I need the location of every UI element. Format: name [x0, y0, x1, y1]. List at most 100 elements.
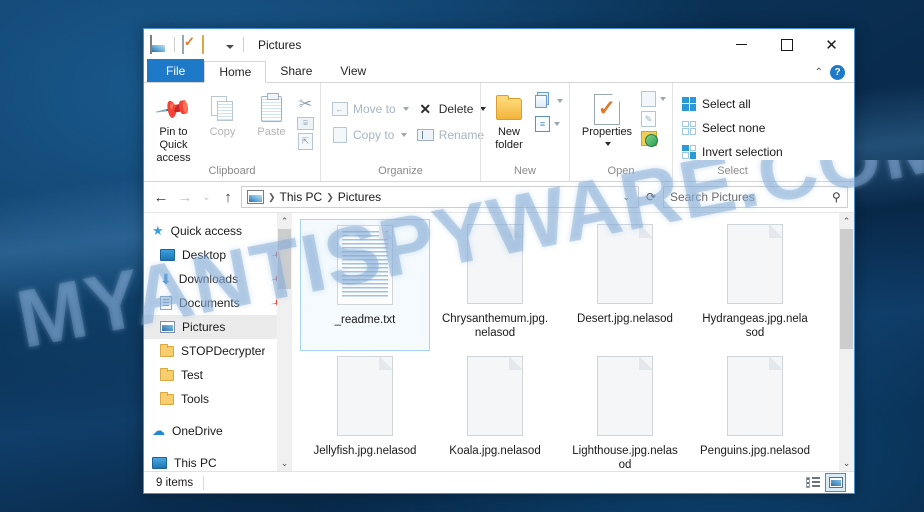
- scissors-icon[interactable]: ✂: [299, 94, 312, 114]
- delete-icon: ✕: [419, 100, 432, 117]
- file-item-hydrangeas[interactable]: Hydrangeas.jpg.nelasod: [690, 219, 820, 351]
- properties-icon: [594, 92, 620, 126]
- new-item-icon[interactable]: [535, 92, 553, 109]
- easy-access-icon[interactable]: [535, 116, 550, 132]
- new-folder-icon: [496, 92, 522, 126]
- breadcrumb-item-this-pc[interactable]: This PC: [280, 190, 323, 204]
- sidebar-item-pictures[interactable]: Pictures: [144, 315, 292, 339]
- chevron-down-icon[interactable]: [402, 107, 409, 111]
- file-item-desert[interactable]: Desert.jpg.nelasod: [560, 219, 690, 351]
- maximize-icon[interactable]: [764, 29, 809, 60]
- scrollbar-thumb[interactable]: [840, 229, 853, 349]
- sidebar-item-tools[interactable]: Tools: [144, 387, 292, 411]
- file-pane-scrollbar[interactable]: ⌃ ⌄: [839, 213, 854, 471]
- chevron-down-icon[interactable]: ⌄: [277, 455, 292, 471]
- help-icon[interactable]: ?: [830, 65, 845, 80]
- file-item-penguins[interactable]: Penguins.jpg.nelasod: [690, 351, 820, 471]
- open-icon[interactable]: [641, 91, 656, 107]
- recent-locations-icon[interactable]: ⌄: [198, 186, 215, 208]
- chevron-down-icon[interactable]: [557, 98, 563, 103]
- star-icon: ★: [152, 223, 164, 238]
- chevron-up-icon[interactable]: ⌃: [277, 213, 292, 229]
- sidebar-item-onedrive[interactable]: ☁ OneDrive: [144, 419, 292, 443]
- close-icon[interactable]: ✕: [809, 29, 854, 60]
- navigation-pane-scrollbar[interactable]: ⌃ ⌄: [277, 213, 292, 471]
- scrollbar-thumb[interactable]: [278, 229, 291, 289]
- refresh-icon[interactable]: ⟳: [641, 186, 661, 208]
- file-item-lighthouse[interactable]: Lighthouse.jpg.nelasod: [560, 351, 690, 471]
- address-bar: ← → ⌄ ↑ ❯ This PC ❯ Pictures ⌄ ⟳ Search …: [144, 182, 854, 212]
- rename-button[interactable]: Rename: [413, 122, 491, 148]
- encrypted-file-icon: [721, 224, 789, 308]
- back-arrow-icon[interactable]: ←: [150, 186, 172, 208]
- copy-to-icon: [331, 127, 348, 143]
- forward-arrow-icon[interactable]: →: [174, 186, 196, 208]
- sidebar-item-stopdecrypter[interactable]: STOPDecrypter: [144, 339, 292, 363]
- up-arrow-icon[interactable]: ↑: [217, 186, 239, 208]
- chevron-down-icon[interactable]: [226, 44, 234, 49]
- file-list-pane[interactable]: _readme.txt Chrysanthemum.jpg.nelasod De…: [292, 213, 854, 471]
- copy-to-button[interactable]: Copy to: [327, 122, 413, 148]
- sidebar-item-quick-access[interactable]: ★ Quick access: [144, 219, 292, 243]
- search-input[interactable]: Search Pictures ⚲: [663, 186, 848, 208]
- minimize-icon[interactable]: [719, 29, 764, 60]
- paste-button[interactable]: Paste: [248, 87, 295, 139]
- edit-icon[interactable]: [641, 111, 656, 127]
- select-all-button[interactable]: Select all: [682, 93, 751, 114]
- copy-button[interactable]: Copy: [199, 87, 246, 139]
- copy-icon: [210, 92, 235, 126]
- properties-button[interactable]: Properties: [576, 87, 638, 146]
- text-file-icon: [331, 225, 399, 309]
- chevron-up-icon[interactable]: ⌃: [815, 67, 823, 78]
- sidebar-item-test[interactable]: Test: [144, 363, 292, 387]
- chevron-down-icon[interactable]: [401, 133, 408, 137]
- large-icons-view-button[interactable]: [825, 473, 846, 492]
- chevron-down-icon[interactable]: ⌄: [839, 455, 854, 471]
- chevron-down-icon[interactable]: ⌄: [622, 192, 633, 203]
- file-item-koala[interactable]: Koala.jpg.nelasod: [430, 351, 560, 471]
- chevron-up-icon[interactable]: ⌃: [839, 213, 854, 229]
- group-label-new: New: [513, 165, 536, 177]
- search-icon[interactable]: ⚲: [832, 190, 841, 204]
- new-folder-label: New folder: [495, 126, 523, 151]
- chevron-down-icon[interactable]: [554, 122, 560, 126]
- delete-button[interactable]: ✕ Delete: [413, 96, 491, 122]
- tab-home[interactable]: Home: [204, 61, 267, 83]
- sidebar-item-downloads[interactable]: ⬇ Downloads 📌: [144, 267, 292, 291]
- move-to-icon: [331, 102, 348, 116]
- new-folder-button[interactable]: New folder: [487, 87, 531, 152]
- sidebar-item-this-pc[interactable]: This PC: [144, 451, 292, 475]
- desktop-icon: [160, 249, 175, 261]
- scrollbar-track[interactable]: [277, 289, 292, 455]
- picture-icon[interactable]: [150, 35, 167, 54]
- sidebar-item-documents[interactable]: Documents 📌: [144, 291, 292, 315]
- breadcrumb-item-pictures[interactable]: Pictures: [338, 190, 381, 204]
- delete-label: Delete: [438, 102, 474, 116]
- scrollbar-track[interactable]: [839, 349, 854, 455]
- chevron-down-icon[interactable]: [605, 142, 611, 146]
- invert-selection-button[interactable]: Invert selection: [682, 141, 783, 162]
- tab-view[interactable]: View: [326, 60, 380, 82]
- folder-icon[interactable]: [202, 35, 219, 54]
- paste-shortcut-icon[interactable]: [298, 133, 313, 150]
- move-to-button[interactable]: Move to: [327, 96, 413, 122]
- folder-icon: [160, 367, 174, 381]
- tab-share[interactable]: Share: [266, 60, 326, 82]
- file-item-chrysanthemum[interactable]: Chrysanthemum.jpg.nelasod: [430, 219, 560, 351]
- properties-icon[interactable]: [182, 35, 199, 54]
- copy-path-icon[interactable]: ⌸: [297, 117, 314, 130]
- details-view-button[interactable]: [802, 473, 823, 492]
- encrypted-file-icon: [461, 356, 529, 440]
- select-none-button[interactable]: Select none: [682, 117, 765, 138]
- chevron-down-icon[interactable]: [660, 97, 666, 101]
- ribbon-group-organize: Move to Copy to ✕ Delete: [320, 83, 487, 181]
- tab-file[interactable]: File: [147, 59, 205, 82]
- pin-to-quick-access-button[interactable]: 📌 Pin to Quick access: [150, 87, 197, 165]
- file-item-readme[interactable]: _readme.txt: [300, 219, 430, 351]
- file-item-jellyfish[interactable]: Jellyfish.jpg.nelasod: [300, 351, 430, 471]
- history-icon[interactable]: [641, 131, 658, 147]
- paste-label: Paste: [257, 126, 286, 138]
- breadcrumb[interactable]: ❯ This PC ❯ Pictures ⌄: [241, 186, 639, 208]
- sidebar-item-desktop[interactable]: Desktop 📌: [144, 243, 292, 267]
